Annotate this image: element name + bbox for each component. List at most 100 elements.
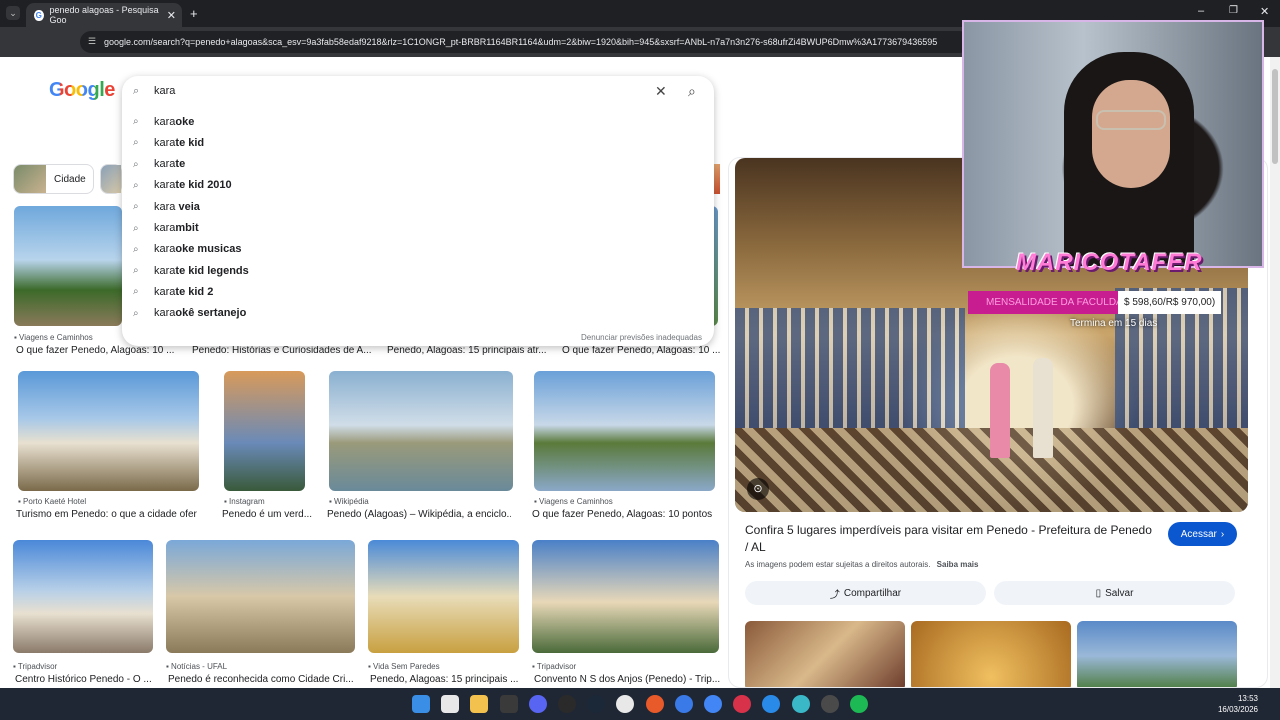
result-image[interactable]	[13, 540, 153, 653]
result-image[interactable]	[534, 371, 715, 491]
result-title[interactable]: O que fazer Penedo, Alagoas: 10 ...	[16, 345, 181, 356]
result-source[interactable]: ▪ Notícias - UFAL	[166, 662, 227, 671]
suggestion-completion: veia	[178, 200, 200, 213]
suggestion-item[interactable]: ⌕ karate kid	[122, 132, 714, 153]
suggestion-text: karate kid	[154, 137, 204, 149]
lens-icon[interactable]: ⊙	[747, 478, 769, 500]
search-box[interactable]: ⌕ kara ✕ ⌕ ⌕ karaoke ⌕ karate kid ⌕ karate ⌕ ka…	[122, 76, 714, 346]
app-icon[interactable]	[674, 695, 693, 713]
learn-more-link[interactable]: Saiba mais	[937, 560, 979, 569]
epic-games-icon[interactable]	[558, 695, 576, 713]
result-image[interactable]	[166, 540, 355, 653]
save-label: Salvar	[1105, 587, 1134, 599]
result-title[interactable]: O que fazer Penedo, Alagoas: 10 pontos .…	[532, 509, 713, 520]
app-icon[interactable]	[820, 695, 839, 713]
result-title[interactable]: Penedo (Alagoas) – Wikipédia, a enciclo.…	[327, 509, 511, 520]
site-info-icon[interactable]: ☰	[88, 36, 96, 47]
related-image[interactable]	[911, 621, 1071, 687]
result-title[interactable]: Penedo é reconhecida como Cidade Cri...	[168, 674, 357, 685]
google-logo[interactable]: Google	[49, 79, 115, 102]
report-predictions-link[interactable]: Denunciar previsões inadequadas	[581, 333, 702, 342]
result-source[interactable]: ▪ Vida Sem Paredes	[368, 662, 440, 671]
result-image[interactable]	[532, 540, 719, 653]
suggestion-item[interactable]: ⌕ karaoke	[122, 111, 714, 132]
streamer-brand-text: MARICOTAFER	[1016, 249, 1203, 276]
windows-start-icon[interactable]	[412, 695, 430, 713]
suggestion-item[interactable]: ⌕ karate kid 2	[122, 281, 714, 302]
chip-thumbnail	[101, 165, 121, 193]
suggestion-item[interactable]: ⌕ kara veia	[122, 196, 714, 217]
page-scrollbar[interactable]	[1270, 57, 1280, 688]
suggestion-completion: oke musicas	[175, 243, 242, 256]
maximize-icon[interactable]: ❐	[1229, 5, 1238, 16]
spotify-icon[interactable]	[850, 695, 868, 713]
result-image[interactable]	[18, 371, 199, 491]
suggestion-item[interactable]: ⌕ karate kid legends	[122, 260, 714, 281]
result-source[interactable]: ▪ Tripadvisor	[532, 662, 576, 671]
related-image[interactable]	[1077, 621, 1237, 687]
suggestion-item[interactable]: ⌕ karate kid 2010	[122, 175, 714, 196]
suggestion-item[interactable]: ⌕ karaoke musicas	[122, 239, 714, 260]
result-image[interactable]	[329, 371, 513, 491]
result-image[interactable]	[224, 371, 305, 491]
result-image[interactable]	[14, 206, 122, 326]
tab-search-icon[interactable]: ⌄	[6, 6, 20, 20]
share-icon: ⤴	[829, 589, 840, 601]
person-figure	[990, 363, 1010, 458]
streamer-face	[1092, 80, 1170, 188]
close-window-icon[interactable]: ✕	[1260, 5, 1269, 18]
app-icon[interactable]	[499, 695, 518, 713]
result-title[interactable]: Penedo: Histórias e Curiosidades de A...	[192, 345, 380, 356]
save-button[interactable]: ▯ Salvar	[994, 581, 1235, 605]
system-clock[interactable]: 13:53 16/03/2026	[1218, 693, 1258, 715]
minimize-icon[interactable]: –	[1198, 5, 1204, 17]
result-source[interactable]: ▪ Porto Kaeté Hotel	[18, 497, 86, 506]
related-image[interactable]	[745, 621, 905, 687]
chrome-icon[interactable]	[704, 695, 722, 713]
result-title[interactable]: Penedo, Alagoas: 15 principais atr...	[387, 345, 552, 356]
result-source[interactable]: ▪ Instagram	[224, 497, 265, 506]
chip-more[interactable]	[100, 164, 122, 194]
result-title[interactable]: Centro Histórico Penedo - O ...	[15, 674, 180, 685]
result-image[interactable]	[368, 540, 519, 653]
result-title[interactable]: O que fazer Penedo, Alagoas: 10 ...	[562, 345, 727, 356]
clear-search-icon[interactable]: ✕	[655, 83, 667, 100]
steam-icon[interactable]	[587, 695, 606, 713]
share-button[interactable]: ⤴ Compartilhar	[745, 581, 986, 605]
suggestion-item[interactable]: ⌕ karaokê sertanejo	[122, 303, 714, 324]
url-text: google.com/search?q=penedo+alagoas&sca_e…	[104, 37, 938, 47]
tab-close-icon[interactable]: ✕	[167, 9, 176, 22]
obs-icon[interactable]	[616, 695, 635, 713]
taskbar: 13:53 16/03/2026	[0, 688, 1280, 720]
address-bar[interactable]: ☰ google.com/search?q=penedo+alagoas&sca…	[80, 31, 970, 53]
suggestion-prefix: kara	[154, 179, 176, 192]
chip-cidade[interactable]: Cidade	[13, 164, 94, 194]
search-input[interactable]: kara	[154, 85, 175, 97]
result-title[interactable]: Turismo em Penedo: o que a cidade ofer..…	[16, 509, 197, 520]
result-title[interactable]: Convento N S dos Anjos (Penedo) - Trip..…	[534, 674, 721, 685]
search-icon: ⌕	[133, 201, 139, 213]
suggestion-item[interactable]: ⌕ karate	[122, 154, 714, 175]
result-source[interactable]: ▪ Wikipédia	[329, 497, 369, 506]
preview-title[interactable]: Confira 5 lugares imperdíveis para visit…	[745, 522, 1155, 556]
suggestion-item[interactable]: ⌕ karambit	[122, 218, 714, 239]
edge-icon[interactable]	[762, 695, 781, 713]
app-icon[interactable]	[791, 695, 810, 713]
goal-bar: MENSALIDADE DA FACULDADE (R $ 598,60/R$ …	[968, 291, 1246, 314]
scrollbar-thumb[interactable]	[1272, 69, 1278, 164]
task-view-icon[interactable]	[441, 695, 460, 713]
discord-icon[interactable]	[528, 695, 547, 713]
search-submit-icon[interactable]: ⌕	[688, 83, 696, 100]
suggestion-completion: te	[175, 158, 186, 171]
tab-google-search[interactable]: G penedo alagoas - Pesquisa Goo ✕	[26, 3, 182, 27]
suggestion-completion: okê sertanejo	[175, 307, 247, 320]
app-icon[interactable]	[645, 695, 664, 713]
file-explorer-icon[interactable]	[470, 695, 489, 713]
result-source[interactable]: ▪ Viagens e Caminhos	[14, 333, 93, 342]
new-tab-icon[interactable]: +	[190, 6, 198, 21]
result-source[interactable]: ▪ Tripadvisor	[13, 662, 57, 671]
result-source[interactable]: ▪ Viagens e Caminhos	[534, 497, 613, 506]
visit-button[interactable]: Acessar ›	[1168, 522, 1237, 546]
opera-icon[interactable]	[733, 695, 752, 713]
result-title[interactable]: Penedo, Alagoas: 15 principais ...	[370, 674, 535, 685]
